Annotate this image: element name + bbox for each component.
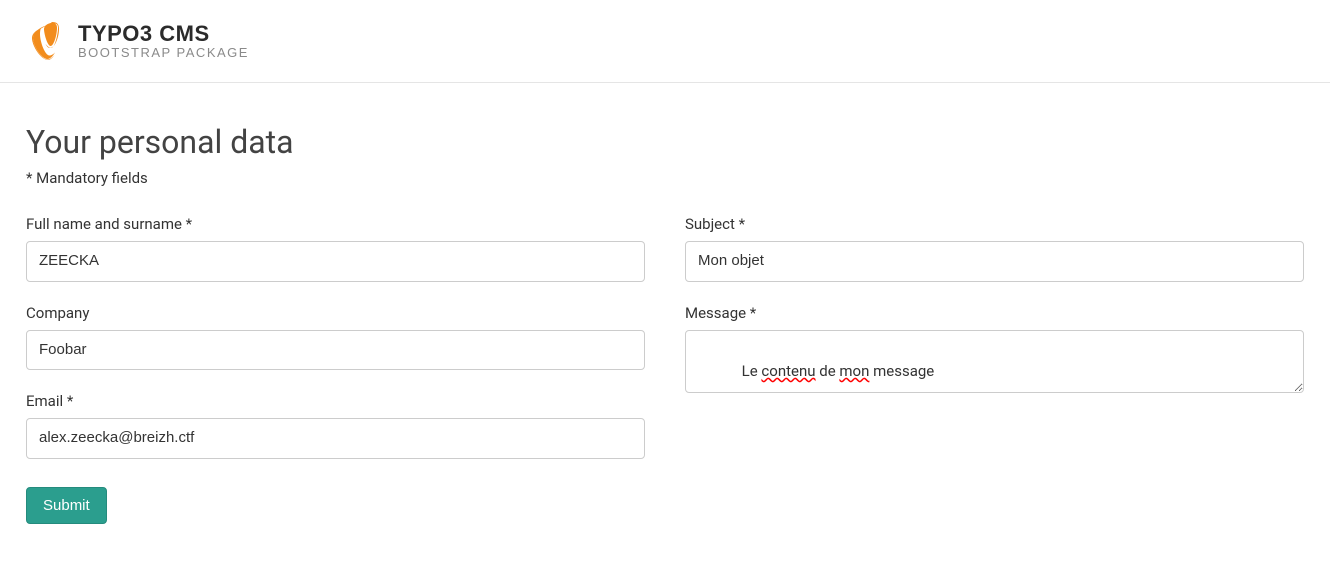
subject-input[interactable]	[685, 241, 1304, 282]
mandatory-note: * Mandatory fields	[26, 169, 1304, 187]
logo-subtitle: BOOTSTRAP PACKAGE	[78, 46, 249, 60]
subject-label: Subject *	[685, 215, 1304, 233]
company-input[interactable]	[26, 330, 645, 371]
main-content: Your personal data * Mandatory fields Fu…	[0, 83, 1330, 554]
email-input[interactable]	[26, 418, 645, 459]
company-label: Company	[26, 304, 645, 322]
message-label: Message *	[685, 304, 1304, 322]
fullname-input[interactable]	[26, 241, 645, 282]
email-label: Email *	[26, 392, 645, 410]
fullname-label: Full name and surname *	[26, 215, 645, 233]
page-title: Your personal data	[26, 123, 1304, 161]
typo3-logo-icon	[26, 20, 66, 62]
logo-title: TYPO3 CMS	[78, 22, 249, 46]
message-textarea[interactable]	[685, 330, 1304, 393]
header: TYPO3 CMS BOOTSTRAP PACKAGE	[0, 0, 1330, 83]
logo[interactable]: TYPO3 CMS BOOTSTRAP PACKAGE	[26, 20, 1330, 62]
submit-button[interactable]: Submit	[26, 487, 107, 524]
form: Full name and surname * Company Email * …	[26, 215, 1304, 524]
